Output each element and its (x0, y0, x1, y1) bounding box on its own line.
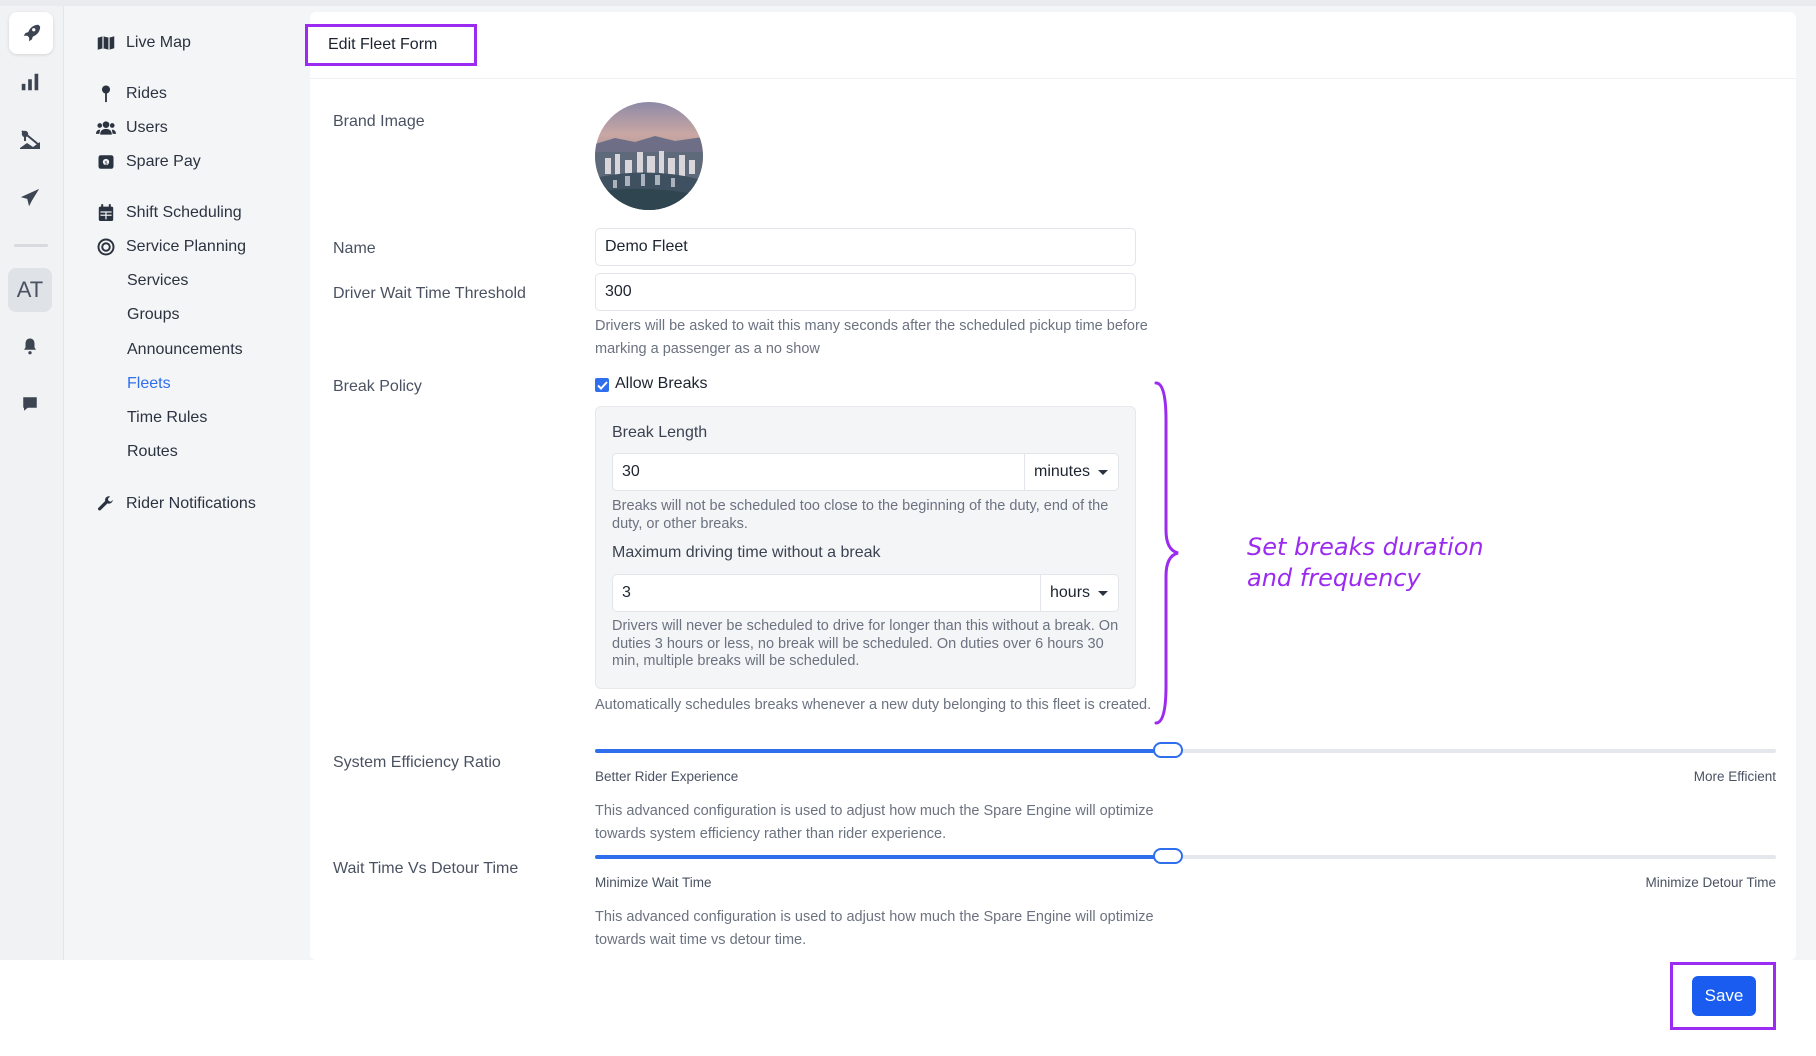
users-icon (96, 118, 116, 138)
brand-image-label: Brand Image (333, 113, 425, 130)
sidebar-item-shift-scheduling[interactable]: Shift Scheduling (96, 201, 242, 225)
wait-detour-slider[interactable] (595, 848, 1776, 864)
efficiency-min-label: Better Rider Experience (595, 769, 739, 784)
sidebar-item-time-rules[interactable]: Time Rules (127, 406, 207, 430)
map-icon (96, 33, 116, 53)
sidebar-item-announcements[interactable]: Announcements (127, 338, 243, 362)
wait-detour-help: This advanced configuration is used to a… (595, 909, 1154, 948)
form-title: Edit Fleet Form (305, 24, 477, 66)
annotation-text: Set breaks duration and frequency (1247, 532, 1484, 594)
icon-rail: AT (0, 6, 64, 960)
wait-time-input[interactable] (595, 273, 1136, 311)
annotation-line-1: Set breaks duration (1247, 533, 1484, 561)
sidebar-item-rides[interactable]: Rides (96, 82, 167, 106)
efficiency-slider-thumb[interactable] (1152, 742, 1183, 758)
sidebar-item-service-planning[interactable]: Service Planning (96, 235, 246, 259)
wait-time-help: Drivers will be asked to wait this many … (595, 318, 1148, 357)
name-label: Name (333, 240, 376, 257)
sidebar-item-services[interactable]: Services (127, 269, 188, 293)
break-length-input[interactable] (612, 453, 1025, 491)
sidebar-item-label: Rider Notifications (126, 495, 256, 512)
card-header-divider (310, 78, 1796, 79)
sidebar-item-groups[interactable]: Groups (127, 303, 179, 327)
max-driving-unit-select[interactable]: hours (1041, 574, 1119, 612)
sidebar-item-routes[interactable]: Routes (127, 440, 178, 464)
max-driving-unit: hours (1050, 584, 1091, 601)
break-policy-help: Automatically schedules breaks whenever … (595, 697, 1152, 713)
account-avatar[interactable]: AT (8, 268, 52, 312)
efficiency-slider-fill (595, 749, 1168, 753)
break-length-help: Breaks will not be scheduled too close t… (612, 498, 1109, 532)
allow-breaks-checkbox[interactable] (595, 378, 609, 392)
break-policy-label: Break Policy (333, 378, 422, 395)
allow-breaks-label[interactable]: Allow Breaks (615, 375, 707, 393)
sidebar-item-fleets[interactable]: Fleets (127, 372, 171, 396)
sidebar-item-live-map[interactable]: Live Map (96, 31, 191, 55)
sidebar-item-label: Shift Scheduling (126, 204, 242, 221)
wallet-icon: $ (96, 152, 116, 172)
sidebar-item-users[interactable]: Users (96, 116, 168, 140)
sidebar-item-label: Spare Pay (126, 153, 201, 170)
save-button[interactable]: Save (1692, 976, 1756, 1016)
caret-down-icon (1098, 469, 1109, 475)
svg-text:$: $ (104, 160, 107, 166)
target-icon (96, 237, 116, 257)
chat-icon[interactable] (16, 390, 44, 418)
sidebar-item-rider-notifications[interactable]: Rider Notifications (96, 492, 256, 516)
sidebar-nav: Live Map Rides Users $ Spare Pay Shift S… (64, 6, 310, 960)
break-length-label: Break Length (612, 424, 708, 441)
annotation-brace (1154, 381, 1179, 725)
rail-divider (14, 244, 48, 247)
sidebar-item-label: Users (126, 119, 168, 136)
sidebar-item-label: Rides (126, 85, 167, 102)
max-driving-input[interactable] (612, 574, 1041, 612)
annotation-line-2: and frequency (1247, 564, 1421, 592)
efficiency-slider[interactable] (595, 742, 1776, 758)
wait-detour-max-label: Minimize Detour Time (1645, 875, 1776, 890)
map-route-icon[interactable] (16, 126, 44, 154)
efficiency-max-label: More Efficient (1693, 769, 1776, 784)
bar-chart-icon[interactable] (16, 68, 44, 96)
efficiency-help: This advanced configuration is used to a… (595, 803, 1154, 842)
max-driving-label: Maximum driving time without a break (612, 544, 881, 561)
wait-detour-min-label: Minimize Wait Time (595, 875, 712, 890)
wait-detour-slider-fill (595, 855, 1168, 859)
brand-image[interactable] (595, 102, 703, 210)
bell-icon[interactable] (16, 332, 44, 360)
rocket-icon[interactable] (9, 12, 53, 54)
sidebar-item-label: Service Planning (126, 238, 247, 255)
efficiency-label: System Efficiency Ratio (333, 754, 501, 771)
max-driving-help: Drivers will never be scheduled to drive… (612, 618, 1119, 669)
name-input[interactable] (595, 228, 1136, 266)
wait-time-label: Driver Wait Time Threshold (333, 285, 526, 302)
wait-detour-slider-thumb[interactable] (1152, 848, 1183, 864)
pin-icon (96, 84, 116, 104)
wait-detour-label: Wait Time Vs Detour Time (333, 860, 519, 877)
paper-plane-icon[interactable] (16, 184, 44, 212)
caret-down-icon (1098, 590, 1109, 596)
break-length-unit: minutes (1034, 463, 1091, 480)
sidebar-item-label: Live Map (126, 34, 191, 51)
wrench-icon (96, 494, 116, 514)
calendar-icon (96, 203, 116, 223)
sidebar-item-spare-pay[interactable]: $ Spare Pay (96, 150, 201, 174)
break-length-unit-select[interactable]: minutes (1025, 453, 1119, 491)
